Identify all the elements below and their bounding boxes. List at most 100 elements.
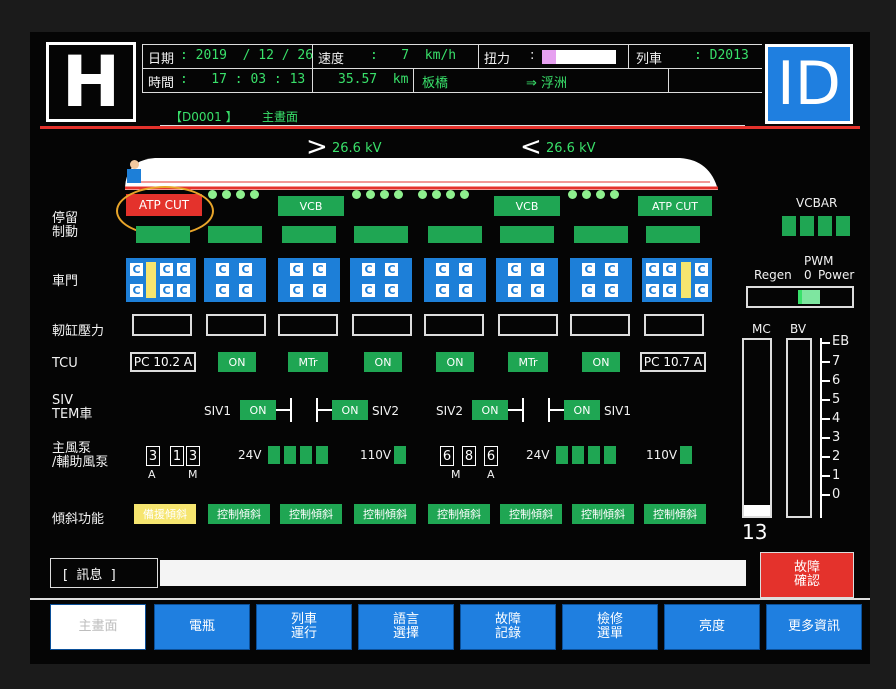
siv2-left-on: ON [332,400,368,420]
tcu-car-6: MTr [508,352,548,372]
scale-eb: EB [832,334,850,349]
footer-brightness-button[interactable]: 亮度 [664,604,760,650]
cylinder-car-5 [424,314,484,336]
tcu-car-5: ON [436,352,474,372]
mc-gauge [742,338,772,518]
pwm-zero: 0 [804,268,812,282]
vcbar-label: VCBAR [796,196,838,210]
comp-right-2: 8 [462,446,476,466]
torque-colon: : [530,48,535,63]
footer-battery-button[interactable]: 電瓶 [154,604,250,650]
footer-language-button[interactable]: 語言 選擇 [358,604,454,650]
header-red-line [40,126,860,129]
torque-label: 扭力 [484,52,511,67]
siv2-right-on: ON [472,400,508,420]
torque-fill [542,50,556,64]
train-label: 列車 [636,52,663,67]
torque-bar [542,50,616,64]
row-label-parking-brake: 停留 制動 [52,211,79,240]
door-car-6: CC CC [496,258,558,302]
tcu-car-3: MTr [288,352,328,372]
atp-cut-right: ATP CUT [638,196,712,216]
door-open-indicator [146,262,156,298]
footer-fault-record-button[interactable]: 故障 記錄 [460,604,556,650]
siv1-left-on: ON [240,400,276,420]
distance-value: 35.57 km [338,72,409,87]
parking-brake-car-4 [354,226,408,243]
parking-brake-car-1 [136,226,190,243]
footer-more-info-button[interactable]: 更多資訊 [766,604,862,650]
tilt-car-3: 控制傾斜 [280,504,342,524]
comp-left-sub-a: A [148,468,156,481]
home-h-button[interactable]: H [46,41,136,123]
time-label: 時間 [148,76,175,91]
bv-gauge [786,338,812,518]
comp-right-1: 6 [440,446,454,466]
comp-right-sub-a: A [487,468,495,481]
tcu-car-8: PC 10.7 A [640,352,706,372]
footer-main-screen-button[interactable]: 主畫面 [50,604,146,650]
door-car-8: CC CC CC [642,258,712,302]
door-car-4: CC CC [350,258,412,302]
row-label-tcu: TCU [52,356,78,371]
tcu-car-2: ON [218,352,256,372]
screen-code: 【D0001 】 [170,110,238,124]
tilt-car-2: 控制傾斜 [208,504,270,524]
id-button[interactable]: ID [765,44,853,124]
door-open-indicator [681,262,691,298]
comp-right-3: 6 [484,446,498,466]
siv1-left-label: SIV1 [204,404,231,418]
tilt-car-4: 控制傾斜 [354,504,416,524]
pwm-regen: Regen [754,268,792,282]
train-value: : D2013 [694,48,749,63]
date-label: 日期 [148,52,175,67]
vcb-2: VCB [494,196,560,216]
footer-maintenance-menu-button[interactable]: 檢修 選單 [562,604,658,650]
date-value: : 2019 / 12 / 26 [180,48,314,63]
cylinder-car-1 [132,314,192,336]
comp-left-2: 1 [170,446,184,466]
siv1-right-label: SIV1 [604,404,631,418]
pwm-power: Power [818,268,855,282]
message-field [160,560,746,586]
siv2-left-label: SIV2 [372,404,399,418]
mc-gauge-fill [744,505,770,516]
door-car-2: CC CC [204,258,266,302]
pwm-fill [802,290,820,304]
train-shape [125,158,718,190]
mc-value: 13 [742,520,768,544]
tcu-car-4: ON [364,352,402,372]
tilt-car-7: 控制傾斜 [572,504,634,524]
cylinder-car-6 [498,314,558,336]
tcu-car-7: ON [582,352,620,372]
cylinder-car-2 [206,314,266,336]
fault-confirm-button[interactable]: 故障 確認 [760,552,854,598]
header-border-mid [142,68,762,69]
parking-brake-car-5 [428,226,482,243]
door-car-7: CC CC [570,258,632,302]
hmi-screen: H ID 日期 : 2019 / 12 / 26 時間 : 17 : 03 : … [30,32,870,664]
mc-label: MC [752,322,771,336]
row-label-doors: 車門 [52,274,79,289]
tilt-car-8: 控制傾斜 [644,504,706,524]
parking-brake-car-6 [500,226,554,243]
pantograph-dots-1 [208,190,264,202]
comp-left-3: 3 [186,446,200,466]
vcb-1: VCB [278,196,344,216]
v24-left-label: 24V [238,448,262,462]
v110-left-label: 110V [360,448,392,462]
row-label-siv: SIV TEM車 [52,393,93,422]
pantograph-dots-3 [568,190,628,202]
tilt-car-5: 控制傾斜 [428,504,490,524]
pantograph-dots-2 [352,190,492,202]
cylinder-car-8 [644,314,704,336]
train-body [125,158,718,190]
footer-train-operation-button[interactable]: 列車 運行 [256,604,352,650]
siv2-right-label: SIV2 [436,404,463,418]
bv-label: BV [790,322,807,336]
time-value: : 17 : 03 : 13 [180,72,306,87]
message-label: [ 訊息 ] [50,558,158,588]
v110-right-label: 110V [646,448,678,462]
comp-left-sub-m: M [188,468,198,481]
tilt-car-1: 備援傾斜 [134,504,196,524]
